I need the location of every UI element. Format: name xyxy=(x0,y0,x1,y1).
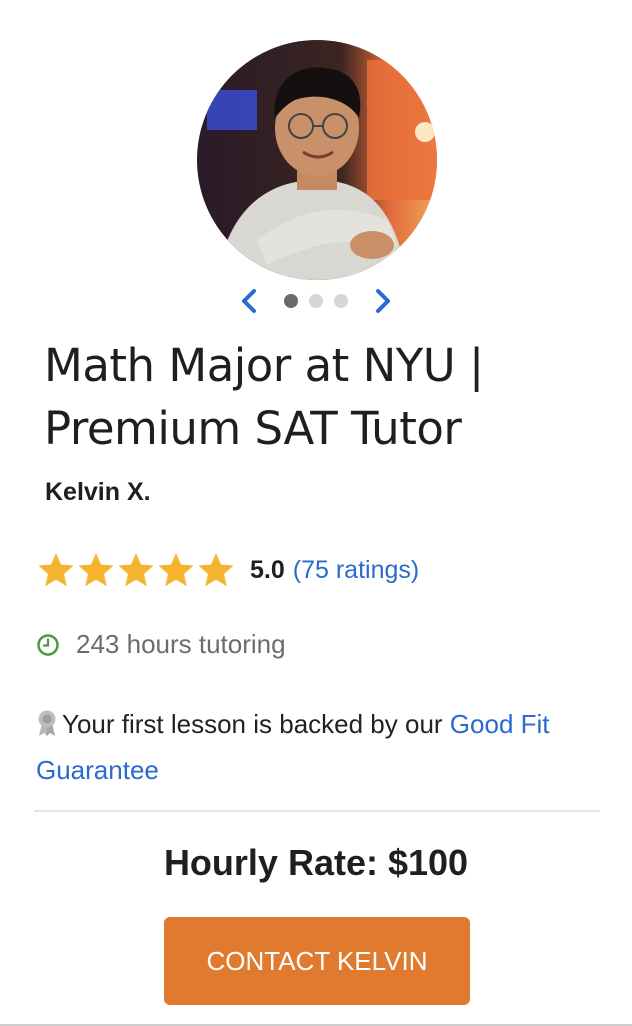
carousel-dot-2[interactable] xyxy=(309,294,323,308)
good-fit-guarantee: Your first lesson is backed by our Good … xyxy=(36,701,616,793)
star-icon xyxy=(116,550,156,590)
rating-score: 5.0 xyxy=(250,555,285,584)
star-icon xyxy=(36,550,76,590)
chevron-right-icon[interactable] xyxy=(370,286,396,316)
carousel-dot-1[interactable] xyxy=(284,294,298,308)
carousel-dot-3[interactable] xyxy=(334,294,348,308)
ratings-count-link[interactable]: (75 ratings) xyxy=(293,556,419,585)
guarantee-text: Your first lesson is backed by our xyxy=(62,709,450,739)
rating-row: 5.0 (75 ratings) xyxy=(36,548,419,592)
award-badge-icon xyxy=(38,710,56,736)
divider xyxy=(34,810,600,812)
star-icon xyxy=(156,550,196,590)
star-icon xyxy=(196,550,236,590)
clock-icon xyxy=(37,633,59,656)
star-rating xyxy=(36,550,236,590)
tutor-headline: Math Major at NYU | Premium SAT Tutor xyxy=(44,339,484,455)
hours-tutoring: 243 hours tutoring xyxy=(36,629,286,660)
chevron-left-icon[interactable] xyxy=(236,286,262,316)
star-icon xyxy=(76,550,116,590)
hourly-rate: Hourly Rate: $100 xyxy=(163,842,469,883)
tutor-avatar xyxy=(197,40,437,280)
tutor-name: Kelvin X. xyxy=(45,478,151,506)
hours-tutoring-text: 243 hours tutoring xyxy=(76,629,286,659)
contact-tutor-button[interactable]: CONTACT KELVIN xyxy=(164,917,470,1005)
avatar-photo xyxy=(197,40,437,280)
photo-carousel-nav xyxy=(236,286,396,316)
